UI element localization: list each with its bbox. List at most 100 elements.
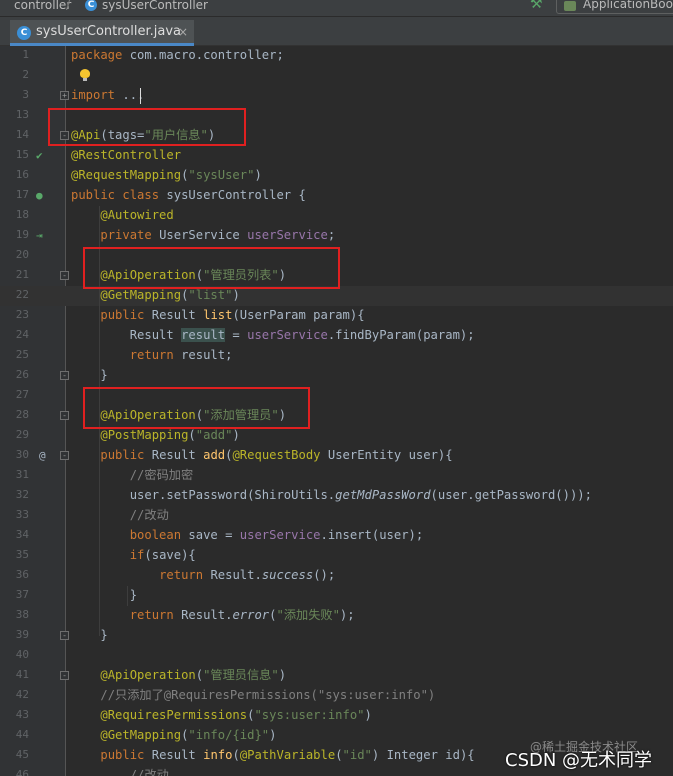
highlight-box-api-tags (48, 108, 246, 146)
code-line[interactable]: 26 } (0, 365, 673, 385)
code-line[interactable]: 3 import ... (0, 85, 673, 105)
fold-marker-icon[interactable]: - (60, 671, 69, 680)
code-text: //改动 (71, 765, 169, 776)
code-line[interactable]: 30 public Result add(@RequestBody UserEn… (0, 445, 673, 465)
fold-marker-icon[interactable]: - (60, 411, 69, 420)
code-line[interactable]: 42 //只添加了@RequiresPermissions("sys:user:… (0, 685, 673, 705)
code-token: @PostMapping (100, 428, 189, 442)
line-number: 35 (15, 548, 29, 561)
csdn-credit: CSDN @无术同学 (505, 750, 653, 771)
close-icon[interactable]: × (178, 25, 188, 39)
hammer-build-icon[interactable]: ⚒ (530, 0, 543, 12)
code-line[interactable]: 32 user.setPassword(ShiroUtils.getMdPass… (0, 485, 673, 505)
code-line[interactable]: 17 public class sysUserController { (0, 185, 673, 205)
breadcrumb-file[interactable]: sysUserController (102, 0, 208, 17)
code-token: if (129, 548, 145, 562)
code-line[interactable]: 25 return result; (0, 345, 673, 365)
code-text: //只添加了@RequiresPermissions("sys:user:inf… (71, 685, 435, 705)
run-configuration-label: ApplicationBoot (583, 0, 673, 11)
line-number: 24 (15, 328, 29, 341)
line-number: 13 (15, 108, 29, 121)
code-text: @GetMapping("info/{id}") (71, 725, 276, 745)
code-line[interactable]: 15 @RestController (0, 145, 673, 165)
fold-marker-icon[interactable]: - (60, 451, 69, 460)
tab-label: sysUserController.java (36, 24, 181, 39)
line-number: 31 (15, 468, 29, 481)
code-text: } (71, 585, 137, 605)
code-token: //改动 (129, 508, 169, 522)
code-token: result (181, 328, 226, 342)
code-text: boolean save = userService.insert(user); (71, 525, 424, 545)
code-line[interactable]: 37 } (0, 585, 673, 605)
code-line[interactable]: 19 private UserService userService; (0, 225, 673, 245)
code-line[interactable]: 39 } (0, 625, 673, 645)
bean-icon[interactable]: ● (36, 186, 43, 206)
code-token: return (159, 568, 211, 582)
code-token: ( (232, 748, 240, 762)
code-token: @GetMapping (100, 728, 182, 742)
breadcrumb-package[interactable]: controller (14, 0, 71, 17)
code-line[interactable]: 35 if(save){ (0, 545, 673, 565)
implemented-at-icon[interactable]: @ (39, 446, 46, 466)
code-token: "info/{id}" (188, 728, 270, 742)
code-token: return (129, 608, 182, 622)
code-line[interactable]: 24 Result result = userService.findByPar… (0, 325, 673, 345)
code-line[interactable]: 18 @Autowired (0, 205, 673, 225)
code-token: //密码加密 (129, 468, 194, 482)
code-line[interactable]: 40 (0, 645, 673, 665)
fold-import-icon[interactable]: + (60, 91, 69, 100)
code-token: = (225, 328, 248, 342)
code-text: @RequestMapping("sysUser") (71, 165, 262, 185)
fold-marker-icon[interactable]: - (60, 371, 69, 380)
code-token: sysUserController { (166, 188, 306, 202)
code-text: import ... (71, 85, 144, 105)
class-icon: C (85, 0, 97, 11)
code-line[interactable]: 1 package com.macro.controller; (0, 45, 673, 65)
code-token: ; (327, 228, 336, 242)
line-number: 26 (15, 368, 29, 381)
highlight-box-api-operation-add (83, 387, 310, 429)
fold-marker-icon[interactable]: - (60, 631, 69, 640)
code-token: success (261, 568, 314, 582)
fold-marker-icon[interactable]: - (60, 271, 69, 280)
code-line[interactable]: 41 @ApiOperation("管理员信息") (0, 665, 673, 685)
code-text: return result; (71, 345, 233, 365)
code-text: public Result list(UserParam param){ (71, 305, 364, 325)
line-number: 21 (15, 268, 29, 281)
code-line[interactable]: 33 //改动 (0, 505, 673, 525)
code-line[interactable]: 34 boolean save = userService.insert(use… (0, 525, 673, 545)
run-configuration-selector[interactable]: ApplicationBoot (556, 0, 673, 14)
line-number: 40 (15, 648, 29, 661)
code-line[interactable]: 23 public Result list(UserParam param){ (0, 305, 673, 325)
code-token: "sys:user:info" (254, 708, 365, 722)
code-line[interactable]: 31 //密码加密 (0, 465, 673, 485)
code-token: boolean (129, 528, 189, 542)
lightbulb-icon[interactable] (80, 69, 90, 81)
code-line[interactable]: 16 @RequestMapping("sysUser") (0, 165, 673, 185)
code-token: UserService (159, 228, 248, 242)
line-number: 39 (15, 628, 29, 641)
code-line[interactable]: 38 return Result.error("添加失败"); (0, 605, 673, 625)
code-token: com.macro.controller; (129, 48, 284, 62)
code-token: @Autowired (100, 208, 174, 222)
line-number: 28 (15, 408, 29, 421)
code-line[interactable]: 36 return Result.success(); (0, 565, 673, 585)
code-token: getMdPassWord (335, 488, 431, 502)
bean-icon[interactable]: ✔ (36, 146, 43, 166)
code-token: ) (254, 168, 262, 182)
code-text: Result result = userService.findByParam(… (71, 325, 475, 345)
code-text: @ApiOperation("管理员信息") (71, 665, 286, 685)
code-line[interactable]: 43 @RequiresPermissions("sys:user:info") (0, 705, 673, 725)
code-token: public (100, 748, 152, 762)
autowired-navigate-icon[interactable]: ⇥ (36, 226, 43, 246)
line-number: 29 (15, 428, 29, 441)
code-line[interactable]: 2 (0, 65, 673, 85)
code-token: Result. (210, 568, 262, 582)
tab-sysusercontroller[interactable]: C sysUserController.java × (10, 20, 194, 46)
